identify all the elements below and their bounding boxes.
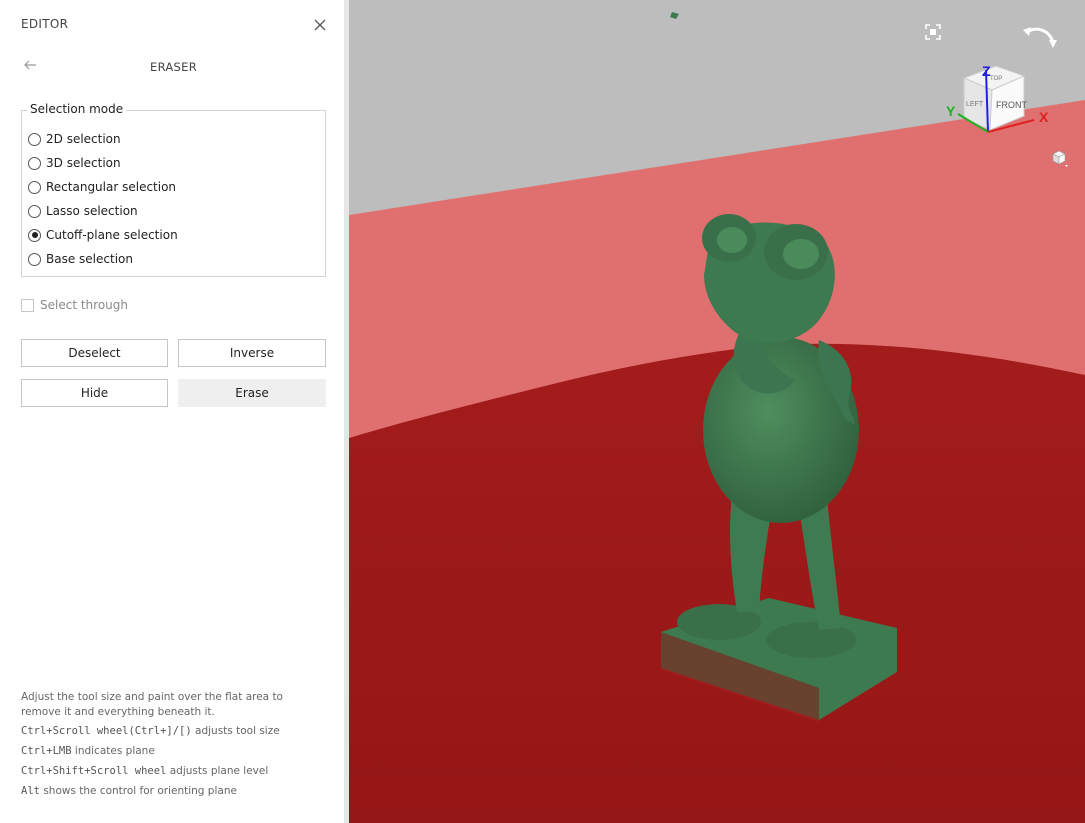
view-cube-front-label: FRONT [996,100,1027,110]
radio-button[interactable] [28,132,41,146]
radio-cutoff-plane-selection[interactable]: Cutoff-plane selection [28,226,178,244]
hint-keys: Alt [21,785,40,797]
hint-orient-plane: Alt shows the control for orienting plan… [21,784,237,799]
radio-3d-selection[interactable]: 3D selection [28,154,121,172]
axis-z-label: Z [982,63,991,79]
hint-plane-level: Ctrl+Shift+Scroll wheel adjusts plane le… [21,764,268,779]
radio-lasso-selection[interactable]: Lasso selection [28,202,138,220]
radio-button[interactable] [28,180,41,194]
view-cube-left-label: LEFT [966,101,984,108]
hint-text: shows the control for orienting plane [43,785,237,797]
radio-button[interactable] [28,156,41,170]
hint-indicate-plane: Ctrl+LMB indicates plane [21,744,155,759]
model-right-foot [766,622,856,658]
axis-y-label: Y [946,103,956,119]
hint-text: adjusts plane level [169,765,269,777]
radio-base-selection[interactable]: Base selection [28,250,133,268]
help-line: remove it and everything beneath it. [21,706,215,718]
view-cube-menu-icon[interactable] [1049,148,1069,168]
tool-title: ERASER [150,60,198,74]
help-line: Adjust the tool size and paint over the … [21,691,283,703]
selection-mode-group: Selection mode 2D selection 3D selection… [21,102,326,277]
help-description: Adjust the tool size and paint over the … [21,690,283,720]
radio-label: Rectangular selection [46,180,177,194]
radio-2d-selection[interactable]: 2D selection [28,130,121,148]
select-through-checkbox[interactable]: Select through [21,298,128,312]
view-cube-top-label: TOP [990,76,1002,82]
selection-mode-legend: Selection mode [27,102,127,116]
hint-text: adjusts tool size [195,725,280,737]
hint-keys: Ctrl+LMB [21,745,72,757]
3d-viewport[interactable]: TOP LEFT FRONT Z X Y [349,0,1085,823]
editor-panel: EDITOR ERASER Selection mode 2D selectio… [0,0,344,823]
radio-button[interactable] [28,252,41,266]
checkbox-label: Select through [40,298,128,312]
radio-button-checked[interactable] [28,228,41,242]
erase-button[interactable]: Erase [178,379,326,407]
view-cube[interactable]: TOP LEFT FRONT Z X Y [944,58,1064,148]
hint-tool-size: Ctrl+Scroll wheel(Ctrl+]/[) adjusts tool… [21,724,280,739]
radio-label: Base selection [46,252,133,266]
checkbox[interactable] [21,298,34,312]
hide-button[interactable]: Hide [21,379,168,407]
radio-label: Lasso selection [46,204,138,218]
fit-view-icon[interactable] [923,22,943,42]
deselect-button[interactable]: Deselect [21,339,168,367]
radio-label: 2D selection [46,132,121,146]
axis-x-label: X [1039,109,1049,125]
radio-button[interactable] [28,204,41,218]
close-icon[interactable] [312,17,328,33]
hint-keys: Ctrl+Scroll wheel(Ctrl+]/[) [21,725,192,737]
radio-rectangular-selection[interactable]: Rectangular selection [28,178,176,196]
panel-title: EDITOR [21,17,69,31]
radio-label: 3D selection [46,156,121,170]
back-arrow-icon[interactable] [22,58,38,72]
hint-keys: Ctrl+Shift+Scroll wheel [21,765,167,777]
hint-text: indicates plane [74,745,155,757]
inverse-button[interactable]: Inverse [178,339,326,367]
radio-label: Cutoff-plane selection [46,228,178,242]
